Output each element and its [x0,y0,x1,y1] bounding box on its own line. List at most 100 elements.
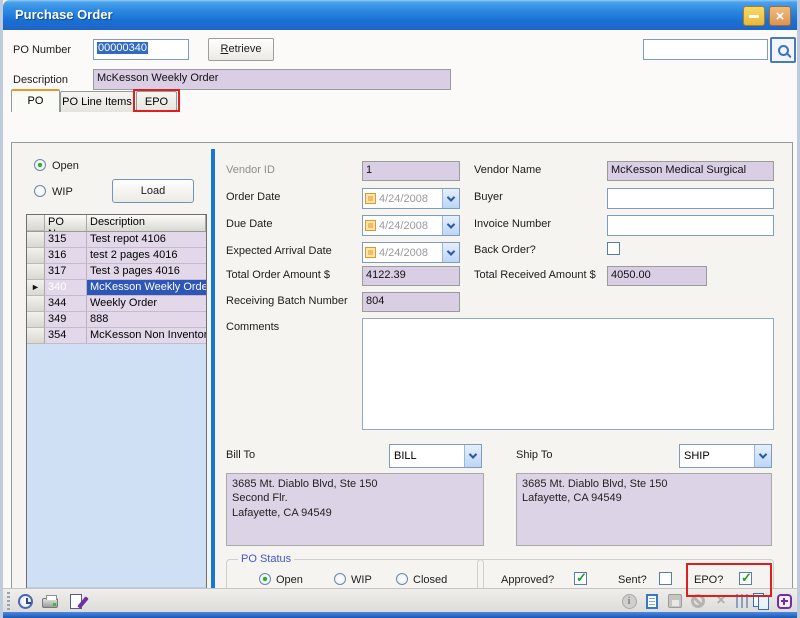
grid-row-selected[interactable]: ► 340 McKesson Weekly Order [27,280,206,296]
description-label: Description [13,74,68,86]
sent-checkbox[interactable] [659,572,672,585]
bill-to-combo[interactable]: BILL [389,444,482,468]
cancel-button[interactable] [689,592,707,610]
due-date-picker[interactable]: 4/24/2008 [362,215,460,236]
row-selector[interactable] [27,328,45,344]
bill-to-combo-arrow[interactable] [464,445,481,467]
row-selector[interactable] [27,232,45,248]
grid-row[interactable]: 315 Test repot 4106 [27,232,206,248]
edit-document-button[interactable] [67,592,85,610]
cell-po[interactable]: 340 [45,280,87,296]
grid-row[interactable]: 349 888 [27,312,206,328]
ship-to-combo[interactable]: SHIP [679,444,772,468]
po-number-input[interactable]: 00000340 [93,39,189,60]
bill-to-combo-value: BILL [390,450,464,462]
row-selector[interactable] [27,264,45,280]
tab-po-line-items[interactable]: PO Line Items [60,91,134,112]
new-document-button[interactable] [643,592,661,610]
expected-arrival-dropdown[interactable] [442,243,459,262]
status-closed-radio[interactable] [396,573,408,585]
row-selector[interactable] [27,312,45,328]
toolbar-grip[interactable] [7,592,10,610]
load-button[interactable]: Load [112,179,194,203]
cell-description[interactable]: Weekly Order [87,296,206,312]
cell-description[interactable]: test 2 pages 4016 [87,248,206,264]
due-date-dropdown[interactable] [442,216,459,235]
tab-epo[interactable]: EPO [136,91,177,112]
grid-row[interactable]: 344 Weekly Order [27,296,206,312]
search-input[interactable] [643,39,768,60]
status-open-radio[interactable] [259,573,271,585]
ship-to-label: Ship To [516,449,553,461]
minimize-icon [749,15,759,18]
date-checkbox-icon[interactable] [365,247,376,258]
history-clock-button[interactable] [16,592,34,610]
tab-po[interactable]: PO [11,89,60,112]
copy-button[interactable] [752,592,770,610]
ship-to-combo-value: SHIP [680,450,754,462]
po-status-group-label: PO Status [238,553,294,565]
search-button[interactable] [770,37,796,63]
cell-po[interactable]: 349 [45,312,87,328]
vendor-id-field: 1 [362,161,460,181]
grid-row[interactable]: 317 Test 3 pages 4016 [27,264,206,280]
row-selector[interactable]: ► [27,280,45,296]
document-icon [646,594,658,609]
wip-radio[interactable] [34,185,46,197]
status-wip-radio[interactable] [334,573,346,585]
cell-po[interactable]: 344 [45,296,87,312]
due-date-value: 4/24/2008 [379,220,442,232]
po-tab-page: Open WIP Load PO No. Description 315 Tes… [11,142,793,610]
cell-description[interactable]: McKesson Weekly Order [87,280,206,296]
back-order-label: Back Order? [474,244,536,256]
cell-po[interactable]: 316 [45,248,87,264]
copy-pages-icon [753,593,769,609]
save-icon [668,594,682,608]
save-button[interactable] [666,592,684,610]
print-button[interactable] [41,592,59,610]
cell-description[interactable]: 888 [87,312,206,328]
cell-po[interactable]: 354 [45,328,87,344]
row-selector[interactable] [27,248,45,264]
row-selector[interactable] [27,296,45,312]
chevron-down-icon [447,193,455,201]
cell-description[interactable]: Test 3 pages 4016 [87,264,206,280]
grid-row[interactable]: 316 test 2 pages 4016 [27,248,206,264]
status-closed-label: Closed [413,574,447,586]
order-date-picker[interactable]: 4/24/2008 [362,188,460,209]
chevron-down-icon [447,247,455,255]
approved-checkbox[interactable] [574,572,587,585]
due-date-label: Due Date [226,218,272,230]
grid-corner-cell [27,215,45,231]
ship-to-combo-arrow[interactable] [754,445,771,467]
cell-description[interactable]: McKesson Non Inventory [87,328,206,344]
comments-textarea[interactable] [362,318,774,430]
date-checkbox-icon[interactable] [365,193,376,204]
expected-arrival-picker[interactable]: 4/24/2008 [362,242,460,263]
cell-description[interactable]: Test repot 4106 [87,232,206,248]
order-date-dropdown[interactable] [442,189,459,208]
receiving-batch-label: Receiving Batch Number [226,295,348,307]
info-button[interactable]: i [620,592,638,610]
close-button[interactable]: × [769,6,791,26]
cell-po[interactable]: 317 [45,264,87,280]
retrieve-button[interactable]: Retrieve [208,38,274,61]
grid-header: PO No. Description [27,215,206,232]
delete-button[interactable]: × [712,592,730,610]
minimize-button[interactable] [743,6,765,26]
epo-checkbox[interactable] [739,572,752,585]
invoice-number-label: Invoice Number [474,218,551,230]
grid-row[interactable]: 354 McKesson Non Inventory [27,328,206,344]
window-bottom-border [3,612,800,618]
invoice-number-input[interactable] [607,215,774,236]
epo-label: EPO? [694,574,723,586]
order-date-label: Order Date [226,191,280,203]
delete-x-icon: × [716,594,725,608]
add-button[interactable] [775,592,793,610]
date-checkbox-icon[interactable] [365,220,376,231]
open-radio[interactable] [34,159,46,171]
buyer-input[interactable] [607,188,774,209]
back-order-checkbox[interactable] [607,242,620,255]
bill-to-label: Bill To [226,449,255,461]
cell-po[interactable]: 315 [45,232,87,248]
